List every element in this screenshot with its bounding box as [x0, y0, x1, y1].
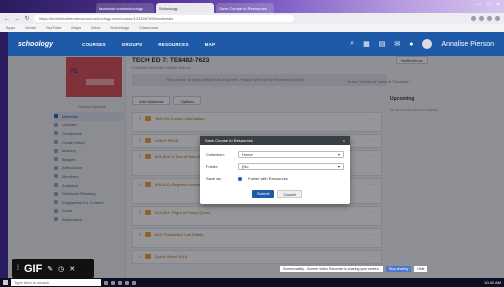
- collection-label: Collection:: [206, 152, 225, 157]
- save-as-value: Folder with Resources: [248, 176, 288, 181]
- nav-map[interactable]: MAP: [205, 42, 216, 47]
- save-as-radio[interactable]: [238, 176, 242, 181]
- extension-icon[interactable]: [487, 16, 492, 21]
- nav-groups[interactable]: GROUPS: [122, 42, 143, 47]
- search-icon[interactable]: ⌕: [350, 40, 354, 48]
- back-icon[interactable]: ←: [4, 16, 10, 22]
- header-icons: ⌕ ▦ ▤ ✉ ● Annalise Pierson: [350, 39, 494, 49]
- nav-courses[interactable]: COURSES: [82, 42, 106, 47]
- chevron-down-icon: ▾: [337, 152, 340, 157]
- save-course-dialog: Save Course to Resources × Collection: H…: [200, 136, 350, 204]
- maximize-icon[interactable]: ☐: [486, 2, 490, 8]
- bookmark[interactable]: Gmail: [25, 25, 35, 31]
- extension-icon[interactable]: [479, 16, 484, 21]
- dialog-actions: Submit Cancel: [252, 190, 302, 198]
- close-icon[interactable]: ✕: [69, 265, 75, 273]
- pen-icon[interactable]: ✎: [47, 265, 53, 273]
- minimize-icon[interactable]: —: [476, 2, 481, 8]
- app-logo[interactable]: schoology: [18, 41, 66, 48]
- bookmark[interactable]: Schoology: [110, 25, 129, 31]
- folder-row: Folder: (No ▾: [206, 162, 344, 171]
- url-input[interactable]: https://foothillsdefenderschool.schoolog…: [34, 15, 294, 22]
- folder-label: Folder:: [206, 164, 219, 169]
- dialog-title: Save Course to Resources: [205, 138, 253, 143]
- folder-value: (No: [242, 164, 249, 169]
- save-as-label: Save as:: [206, 176, 222, 181]
- notifications-icon[interactable]: ●: [409, 41, 413, 48]
- grip-icon[interactable]: ⁞: [17, 265, 19, 272]
- cancel-button[interactable]: Cancel: [277, 190, 302, 198]
- close-icon[interactable]: ×: [343, 138, 345, 143]
- avatar[interactable]: [422, 39, 433, 49]
- extensions: [471, 16, 500, 21]
- folder-select[interactable]: (No ▾: [238, 163, 344, 170]
- bookmark[interactable]: YouTube: [46, 25, 62, 31]
- os-taskbar: Type here to search 10:42 AM: [0, 278, 504, 287]
- profile-icon[interactable]: [495, 16, 500, 21]
- bookmark[interactable]: Classroom: [139, 25, 158, 31]
- messages-icon[interactable]: ✉: [394, 40, 400, 48]
- browser-tab[interactable]: Save Course to Resources: [216, 3, 274, 13]
- collection-select[interactable]: Home ▾: [238, 151, 344, 158]
- chrome-icon[interactable]: [118, 280, 122, 285]
- taskbar-clock: 10:42 AM: [484, 280, 501, 285]
- apps-icon[interactable]: ▦: [363, 40, 370, 48]
- close-icon[interactable]: ✕: [496, 2, 500, 8]
- timer-icon[interactable]: ◷: [58, 265, 64, 273]
- forward-icon[interactable]: →: [14, 16, 20, 22]
- chevron-down-icon: ▾: [337, 164, 340, 169]
- calendar-icon[interactable]: ▤: [379, 40, 386, 48]
- windows-start-icon[interactable]: [3, 280, 8, 285]
- user-name[interactable]: Annalise Pierson: [441, 41, 494, 48]
- file-explorer-icon[interactable]: [111, 280, 115, 285]
- gif-recorder-widget: ⁞ GIF ✎ ◷ ✕: [12, 259, 94, 278]
- gif-label: GIF: [23, 262, 43, 275]
- reload-icon[interactable]: ↻: [24, 15, 30, 22]
- browser-tab[interactable]: facebook.com/schoology: [96, 3, 154, 13]
- browser-tab-active[interactable]: Schoology: [156, 3, 214, 13]
- nav-resources[interactable]: RESOURCES: [158, 42, 188, 47]
- taskbar-search-input[interactable]: Type here to search: [11, 279, 101, 286]
- dialog-header: Save Course to Resources ×: [200, 136, 350, 145]
- collection-row: Collection: Home ▾: [206, 150, 344, 159]
- taskview-icon[interactable]: [104, 280, 108, 285]
- page: TE Course Options Materials Updates Grad…: [8, 56, 504, 278]
- address-bar-row: ← → ↻ https://foothillsdefenderschool.sc…: [0, 13, 504, 24]
- browser-tab-strip: facebook.com/schoology Schoology Save Co…: [0, 0, 504, 13]
- screen-share-bar: Screencastify - Screen Video Recorder is…: [280, 265, 428, 273]
- bookmark[interactable]: Maps: [71, 25, 81, 31]
- dialog-body: Collection: Home ▾ Folder: (No ▾ Save as: …: [200, 145, 350, 191]
- bookmark[interactable]: Apps: [6, 25, 15, 31]
- stop-sharing-button[interactable]: Stop sharing: [385, 266, 412, 272]
- hide-button[interactable]: Hide: [414, 266, 428, 272]
- bookmarks-bar: Apps Gmail YouTube Maps Drive Schoology …: [0, 24, 504, 32]
- extension-icon[interactable]: [471, 16, 476, 21]
- submit-button[interactable]: Submit: [252, 190, 275, 198]
- screen-share-text: Screencastify - Screen Video Recorder is…: [280, 266, 383, 272]
- bookmark[interactable]: Drive: [91, 25, 100, 31]
- app-header: schoology COURSES GROUPS RESOURCES MAP ⌕…: [8, 32, 504, 56]
- window-controls: — ☐ ✕: [476, 2, 500, 8]
- screen: { "browser": { "tabs": ["facebook.com/sc…: [0, 0, 504, 287]
- store-icon[interactable]: [132, 280, 136, 285]
- mail-icon[interactable]: [125, 280, 129, 285]
- save-as-row: Save as: Folder with Resources: [206, 174, 344, 183]
- collection-value: Home: [242, 152, 253, 157]
